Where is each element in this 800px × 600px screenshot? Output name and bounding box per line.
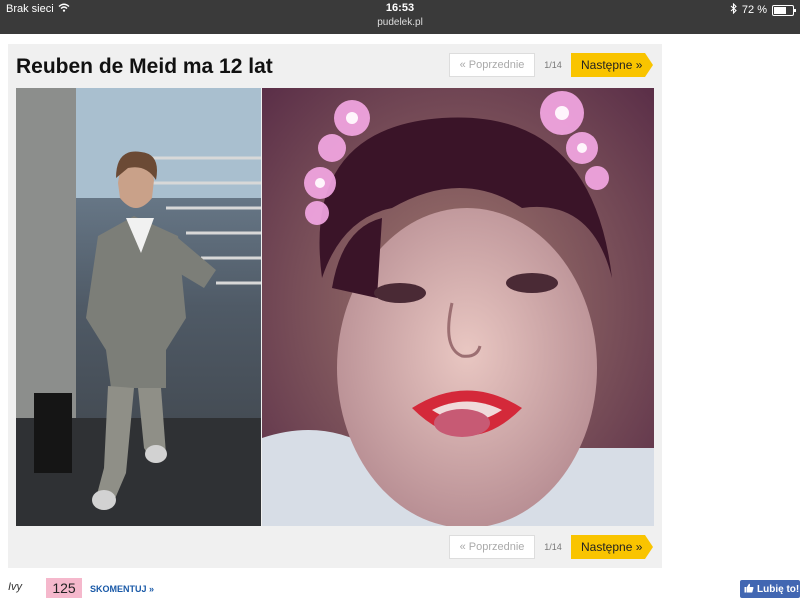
- status-bar: Brak sieci 16:53 pudelek.pl 72 %: [0, 0, 800, 34]
- gallery-photo-selfie[interactable]: [262, 88, 654, 526]
- thumbs-up-icon: [744, 583, 754, 596]
- gallery-pager-bottom: « Poprzednie 1/14 Następne »: [449, 535, 653, 559]
- page-title: Reuben de Meid ma 12 lat: [16, 55, 273, 78]
- like-label: Lubię to!: [757, 583, 800, 595]
- battery-level: [774, 6, 786, 14]
- author-name: Ivy: [8, 581, 23, 593]
- address-bar-url[interactable]: pudelek.pl: [0, 17, 800, 28]
- prev-button[interactable]: « Poprzednie: [449, 53, 535, 77]
- clock: 16:53: [385, 2, 415, 14]
- battery-icon: [772, 4, 796, 16]
- next-button[interactable]: Następne »: [571, 53, 653, 77]
- gallery-photo-suit[interactable]: [16, 88, 261, 526]
- comment-count-badge[interactable]: 125: [46, 578, 82, 598]
- gallery-pager-top: « Poprzednie 1/14 Następne »: [449, 53, 653, 77]
- comment-link[interactable]: SKOMENTUJ »: [90, 584, 154, 594]
- next-button[interactable]: Następne »: [571, 535, 653, 559]
- battery-percent: 72 %: [741, 4, 767, 16]
- facebook-like-button[interactable]: Lubię to!: [740, 580, 800, 598]
- page-counter: 1/14: [544, 542, 562, 552]
- status-right: 72 %: [730, 2, 796, 17]
- prev-button[interactable]: « Poprzednie: [449, 535, 535, 559]
- page-counter: 1/14: [544, 60, 562, 70]
- bluetooth-icon: [730, 2, 737, 17]
